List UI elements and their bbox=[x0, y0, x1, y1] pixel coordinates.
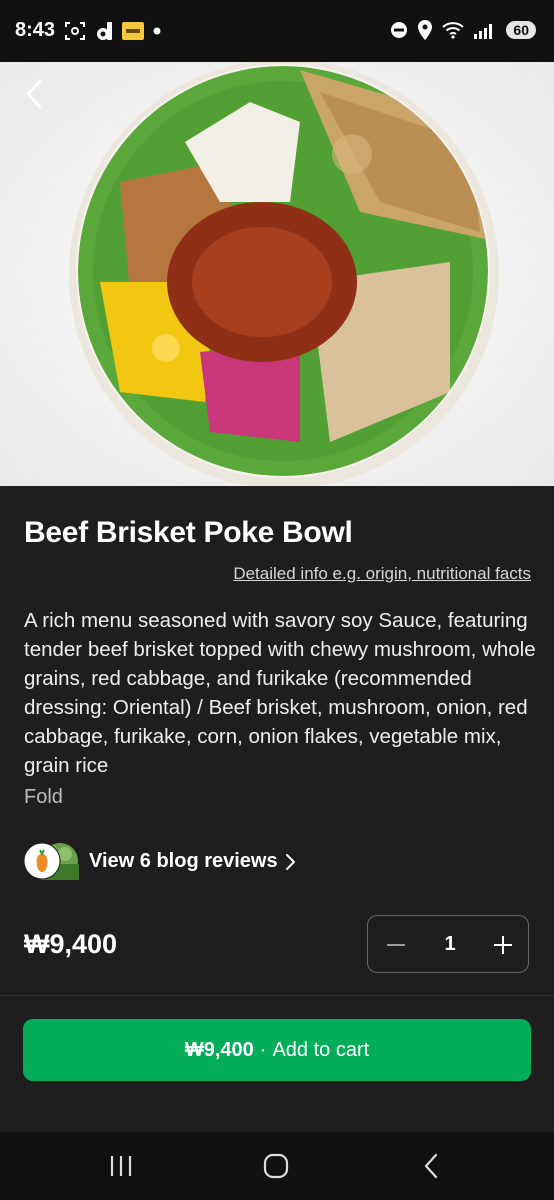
app-badge-icon bbox=[122, 22, 144, 40]
back-nav-icon[interactable] bbox=[422, 1153, 440, 1179]
cart-button-label: Add to cart bbox=[272, 1038, 370, 1061]
signal-icon bbox=[474, 24, 493, 39]
cart-button-separator: · bbox=[259, 1038, 267, 1061]
divider bbox=[0, 995, 554, 996]
product-price: ₩9,400 bbox=[24, 929, 118, 959]
poke-bowl-illustration bbox=[0, 62, 554, 486]
product-title: Beef Brisket Poke Bowl bbox=[24, 516, 353, 549]
product-description: A rich menu seasoned with savory soy Sau… bbox=[24, 609, 536, 777]
reviewer-avatar-1 bbox=[23, 842, 61, 880]
battery-indicator: 60 bbox=[506, 21, 536, 39]
blog-reviews-link[interactable]: View 6 blog reviews bbox=[23, 842, 296, 880]
fold-button[interactable]: Fold bbox=[24, 786, 63, 809]
system-navigation-bar bbox=[0, 1132, 554, 1200]
decrease-quantity-button[interactable] bbox=[386, 935, 406, 955]
detailed-info-link[interactable]: Detailed info e.g. origin, nutritional f… bbox=[233, 564, 531, 584]
chevron-right-icon bbox=[285, 854, 295, 870]
do-not-disturb-icon bbox=[391, 22, 408, 38]
quantity-stepper: 1 bbox=[367, 915, 529, 973]
blog-reviews-label: View 6 blog reviews bbox=[89, 849, 278, 872]
quantity-value: 1 bbox=[444, 933, 456, 955]
back-arrow-icon[interactable] bbox=[22, 78, 48, 110]
home-icon[interactable] bbox=[263, 1153, 289, 1179]
d-app-icon bbox=[97, 22, 112, 40]
status-time: 8:43 bbox=[15, 19, 56, 41]
status-bar: 8:43 60 bbox=[0, 0, 554, 62]
cart-button-price: ₩9,400 bbox=[184, 1038, 254, 1061]
product-image bbox=[0, 62, 554, 486]
add-to-cart-button[interactable]: ₩9,400 · Add to cart bbox=[23, 1019, 531, 1081]
wifi-icon bbox=[442, 22, 465, 39]
increase-quantity-button[interactable] bbox=[493, 935, 513, 955]
location-icon bbox=[418, 20, 433, 40]
recent-apps-icon[interactable] bbox=[109, 1153, 133, 1179]
reviewer-avatars bbox=[23, 842, 79, 880]
screen-capture-icon bbox=[65, 22, 85, 40]
notification-dot-icon bbox=[153, 27, 161, 35]
